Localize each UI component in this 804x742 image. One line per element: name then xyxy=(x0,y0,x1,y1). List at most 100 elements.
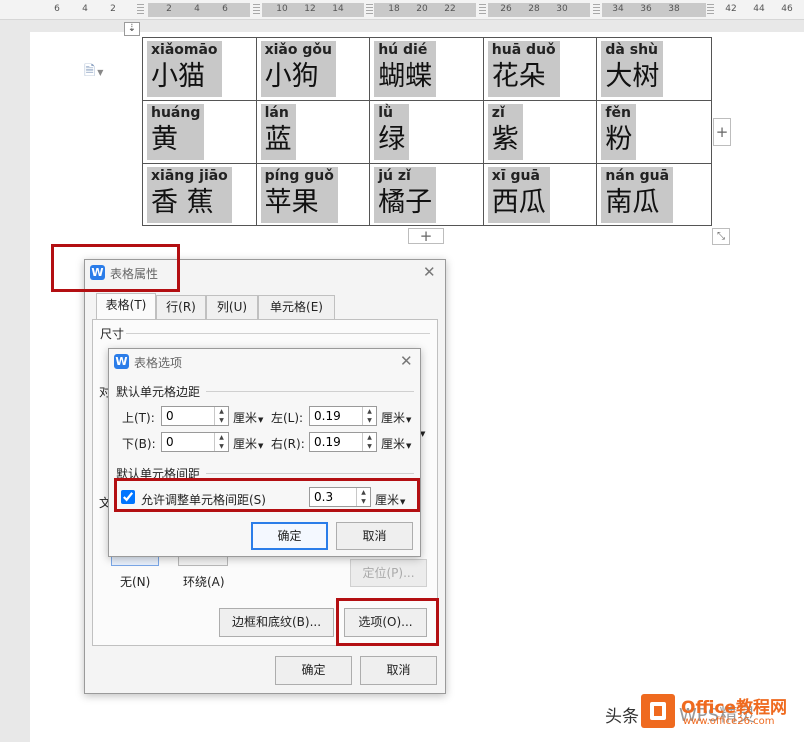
table-cell[interactable]: huáng 黄 xyxy=(143,101,257,164)
pinyin-text: píng guǒ xyxy=(264,168,334,184)
spin-up-icon[interactable]: ▲ xyxy=(215,433,228,442)
options-ok-button[interactable]: 确定 xyxy=(251,522,328,550)
ruler-column-marker[interactable] xyxy=(366,4,373,16)
dialog-titlebar[interactable]: W 表格选项 ✕ xyxy=(109,349,420,375)
table-move-handle-icon[interactable]: ⇣ xyxy=(124,22,140,36)
margins-group-label: 默认单元格边距 xyxy=(116,385,201,399)
table-cell[interactable]: nán guā 南瓜 xyxy=(597,164,711,226)
chevron-down-icon: ▼ xyxy=(406,416,412,424)
ruler-column-marker[interactable] xyxy=(479,4,486,16)
table-cell[interactable]: xiāng jiāo 香 蕉 xyxy=(143,164,257,226)
hanzi-text: 橘子 xyxy=(378,187,433,218)
table-cell[interactable]: lán 蓝 xyxy=(256,101,371,164)
wps-app-icon: W xyxy=(114,354,129,369)
left-margin-stepper[interactable]: ▲▼ xyxy=(309,406,377,426)
ruler-tick: 36 xyxy=(640,4,652,14)
top-margin-input[interactable] xyxy=(162,407,214,425)
dialog-title: 表格选项 xyxy=(134,356,183,370)
spin-down-icon[interactable]: ▼ xyxy=(215,416,228,425)
ruler-column-marker[interactable] xyxy=(137,4,144,16)
pinyin-text: huáng xyxy=(151,105,201,121)
bottom-margin-stepper[interactable]: ▲▼ xyxy=(161,432,229,452)
spin-down-icon[interactable]: ▼ xyxy=(363,416,376,425)
close-icon[interactable]: ✕ xyxy=(423,265,436,280)
unit-dropdown[interactable]: 厘米▼ xyxy=(233,435,263,452)
bottom-margin-input[interactable] xyxy=(162,433,214,451)
chevron-down-icon: ▼ xyxy=(406,442,412,450)
spin-up-icon[interactable]: ▲ xyxy=(215,407,228,416)
tab-cell[interactable]: 单元格(E) xyxy=(258,295,335,319)
pinyin-text: jú zǐ xyxy=(378,168,411,184)
left-margin-input[interactable] xyxy=(310,407,362,425)
options-cancel-button[interactable]: 取消 xyxy=(336,522,413,550)
table-cell[interactable]: píng guǒ 苹果 xyxy=(257,164,371,226)
table-cell[interactable]: jú zǐ 橘子 xyxy=(370,164,484,226)
ruler-tick: 28 xyxy=(528,4,540,14)
pinyin-text: huā duǒ xyxy=(491,42,556,58)
right-margin-label: 右(R): xyxy=(271,437,305,451)
ok-button[interactable]: 确定 xyxy=(275,656,352,685)
hanzi-text: 小猫 xyxy=(151,61,205,92)
table-cell[interactable]: xiǎomāo 小猫 xyxy=(143,38,257,101)
hanzi-text: 西瓜 xyxy=(491,187,546,218)
table-cell[interactable]: xī guā 西瓜 xyxy=(484,164,598,226)
table-resize-icon[interactable]: ⤡ xyxy=(712,228,730,245)
table-cell[interactable]: zǐ 紫 xyxy=(483,101,598,164)
ruler-tick: 10 xyxy=(276,4,288,14)
ruler-column-marker[interactable] xyxy=(707,4,714,16)
table-cell[interactable]: fěn 粉 xyxy=(597,101,711,164)
borders-shading-button[interactable]: 边框和底纹(B)... xyxy=(219,608,334,637)
cancel-button[interactable]: 取消 xyxy=(360,656,437,685)
pinyin-text: fěn xyxy=(605,105,631,121)
top-margin-label: 上(T): xyxy=(122,411,155,425)
ruler-tick: 2 xyxy=(166,4,172,14)
position-button[interactable]: 定位(P)... xyxy=(350,559,427,587)
ruler-column-marker[interactable] xyxy=(253,4,260,16)
spin-up-icon[interactable]: ▲ xyxy=(363,407,376,416)
pinyin-text: lǜ xyxy=(378,105,393,121)
add-row-button[interactable]: + xyxy=(408,228,444,244)
tab-table[interactable]: 表格(T) xyxy=(96,293,156,320)
document-icon[interactable]: 🗎 ▼ xyxy=(84,60,103,84)
chevron-down-icon: ▼ xyxy=(97,68,104,77)
table-cell[interactable]: xiǎo gǒu 小狗 xyxy=(256,38,371,101)
hanzi-text: 粉 xyxy=(605,124,633,155)
add-column-button[interactable]: + xyxy=(713,118,731,146)
ruler-tick: 46 xyxy=(781,4,793,14)
tab-row[interactable]: 行(R) xyxy=(156,295,206,319)
top-margin-stepper[interactable]: ▲▼ xyxy=(161,406,229,426)
hanzi-text: 花朵 xyxy=(491,61,546,92)
spin-up-icon[interactable]: ▲ xyxy=(363,433,376,442)
ruler-tick: 14 xyxy=(332,4,344,14)
unit-dropdown[interactable]: 厘米▼ xyxy=(233,409,263,426)
pinyin-text: nán guā xyxy=(605,168,670,184)
horizontal-ruler[interactable]: 6 4 2 2 4 6 10 12 14 18 20 22 26 28 30 3… xyxy=(0,0,804,20)
highlight-box xyxy=(114,478,420,512)
table-cell[interactable]: hú dié 蝴蝶 xyxy=(370,38,484,101)
right-margin-input[interactable] xyxy=(310,433,362,451)
table-cell[interactable]: huā duǒ 花朵 xyxy=(483,38,598,101)
table-cell[interactable]: lǜ 绿 xyxy=(370,101,484,164)
hanzi-text: 苹果 xyxy=(264,187,319,218)
unit-dropdown[interactable]: 厘米▼ xyxy=(381,435,411,452)
spin-down-icon[interactable]: ▼ xyxy=(363,442,376,451)
right-margin-stepper[interactable]: ▲▼ xyxy=(309,432,377,452)
pinyin-text: xiǎomāo xyxy=(151,42,218,58)
table-cell[interactable]: dà shù 大树 xyxy=(597,38,711,101)
ruler-tick: 6 xyxy=(54,4,60,14)
ruler-tick: 38 xyxy=(668,4,680,14)
spin-down-icon[interactable]: ▼ xyxy=(215,442,228,451)
hanzi-text: 紫 xyxy=(491,124,519,155)
close-icon[interactable]: ✕ xyxy=(400,354,413,369)
ruler-tick: 4 xyxy=(194,4,200,14)
pinyin-text: xiāng jiāo xyxy=(151,168,228,184)
hanzi-text: 南瓜 xyxy=(605,187,660,218)
wrap-around-label: 环绕(A) xyxy=(183,575,225,589)
hanzi-text: 蝴蝶 xyxy=(378,61,433,92)
ruler-column-marker[interactable] xyxy=(593,4,600,16)
bottom-margin-label: 下(B): xyxy=(122,437,156,451)
tab-column[interactable]: 列(U) xyxy=(206,295,258,319)
pinyin-table[interactable]: xiǎomāo 小猫 xiǎo gǒu 小狗 hú dié 蝴蝶 huā duǒ 花朵 … xyxy=(142,37,712,226)
unit-dropdown[interactable]: 厘米▼ xyxy=(381,409,411,426)
watermark-text: 头条 xyxy=(605,707,639,727)
